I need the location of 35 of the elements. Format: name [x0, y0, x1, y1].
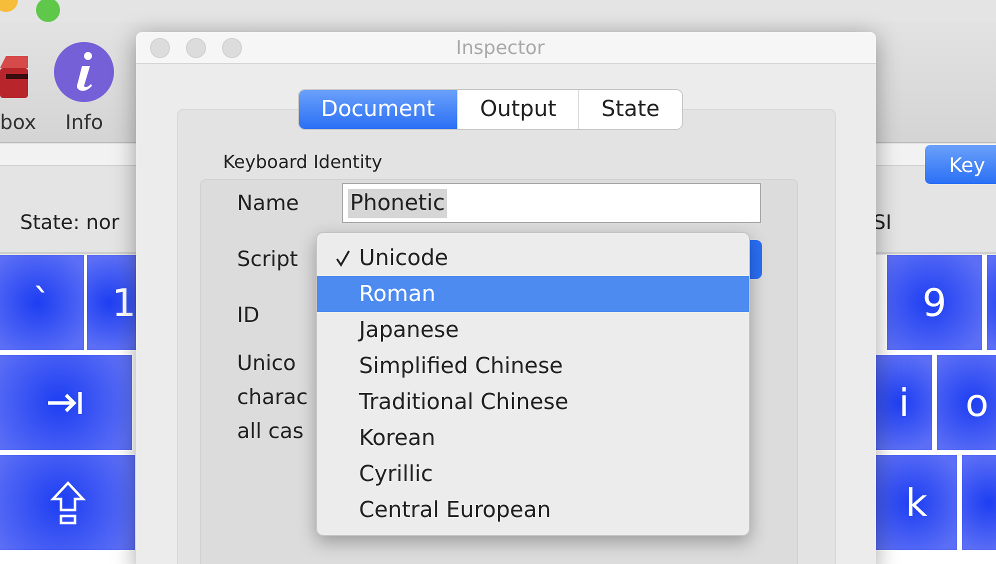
keyboard-key[interactable]: 1: [87, 255, 136, 350]
menu-item[interactable]: Unicode: [317, 240, 749, 276]
menu-item[interactable]: Japanese: [317, 312, 749, 348]
description-text: all cas: [237, 418, 304, 445]
minimize-button[interactable]: [186, 38, 206, 58]
window-title: Inspector: [456, 36, 545, 58]
zoom-button[interactable]: [36, 0, 60, 22]
tab[interactable]: Output: [458, 90, 580, 129]
state-label: State: nor: [20, 210, 120, 234]
zoom-button[interactable]: [222, 38, 242, 58]
keyboard-key[interactable]: o: [937, 355, 996, 450]
tab[interactable]: State: [579, 90, 682, 129]
info-icon: [54, 42, 114, 102]
keyboard-key[interactable]: 9: [887, 255, 982, 350]
menu-item[interactable]: Korean: [317, 420, 749, 456]
section-title: Keyboard Identity: [223, 152, 384, 173]
field-label: Script: [237, 247, 299, 271]
keyboard-key[interactable]: i: [876, 355, 932, 450]
field-label: ID: [237, 303, 260, 327]
keyboard-key[interactable]: k: [876, 455, 957, 550]
description-text: charac: [237, 384, 308, 411]
keyboard-key[interactable]: `: [0, 255, 84, 350]
menu-item[interactable]: Cyrillic: [317, 456, 749, 492]
field-label: Name: [237, 191, 300, 215]
keyboard-key[interactable]: [0, 355, 132, 450]
toolbar-item[interactable]: Info: [54, 42, 114, 134]
shift-icon: [48, 480, 88, 526]
keyboard-key[interactable]: [0, 455, 135, 550]
name-field[interactable]: Phonetic: [342, 183, 761, 223]
description-text: Unico: [237, 350, 296, 377]
menu-item[interactable]: Central European: [317, 492, 749, 528]
toolbar-item[interactable]: box: [0, 52, 36, 134]
close-button[interactable]: [150, 38, 170, 58]
menu-item[interactable]: Simplified Chinese: [317, 348, 749, 384]
menu-item[interactable]: Traditional Chinese: [317, 384, 749, 420]
